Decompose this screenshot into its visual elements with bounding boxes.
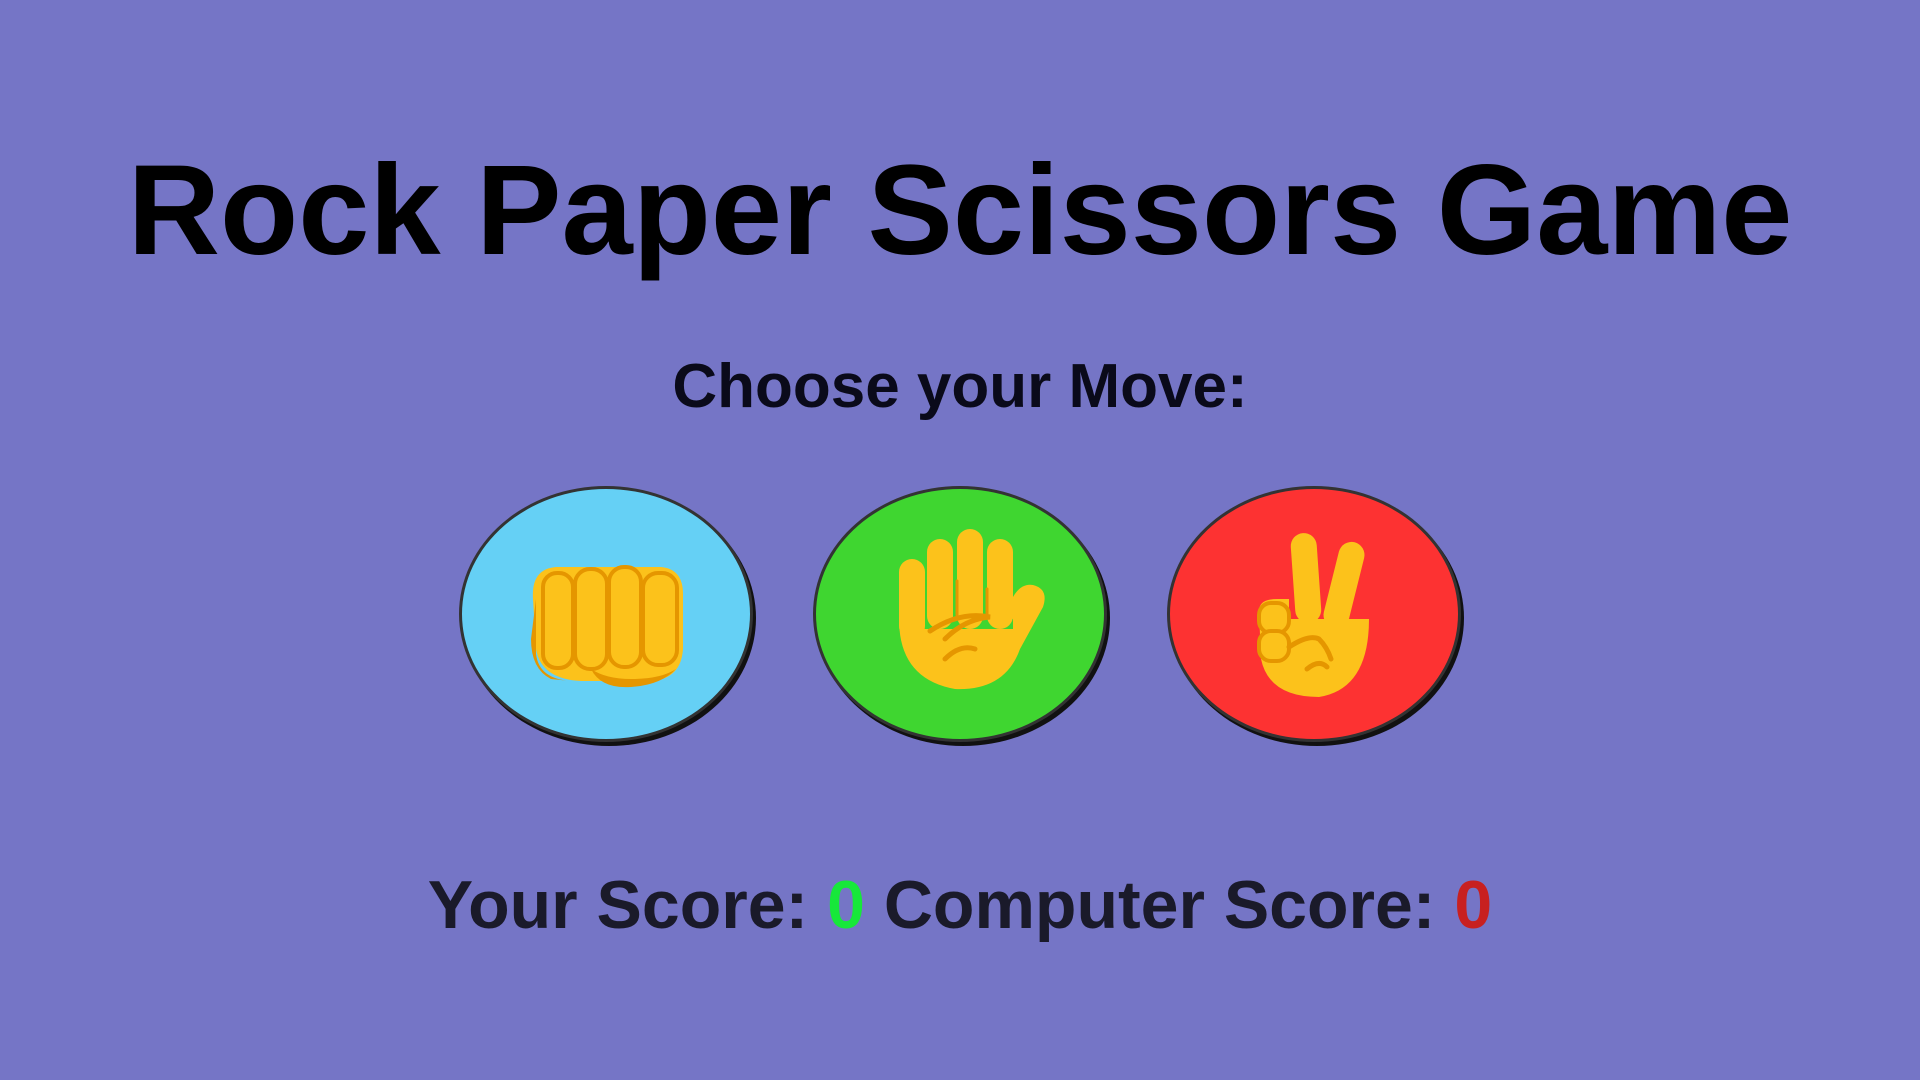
fist-icon — [531, 565, 683, 688]
page-title: Rock Paper Scissors Game — [127, 139, 1793, 282]
rock-button[interactable] — [459, 486, 753, 742]
move-choices — [0, 486, 1920, 742]
user-score-label: Your Score: — [427, 867, 809, 943]
choose-move-prompt: Choose your Move: — [672, 352, 1248, 421]
computer-score-value: 0 — [1454, 867, 1493, 943]
open-hand-icon — [899, 529, 1045, 690]
paper-button[interactable] — [813, 486, 1107, 742]
computer-score-label: Computer Score: — [883, 867, 1436, 943]
scissors-button[interactable] — [1167, 486, 1461, 742]
user-score-value: 0 — [827, 867, 865, 943]
scoreboard: Your Score: 0 Computer Score: 0 — [0, 865, 1920, 945]
victory-hand-icon — [1257, 533, 1369, 697]
